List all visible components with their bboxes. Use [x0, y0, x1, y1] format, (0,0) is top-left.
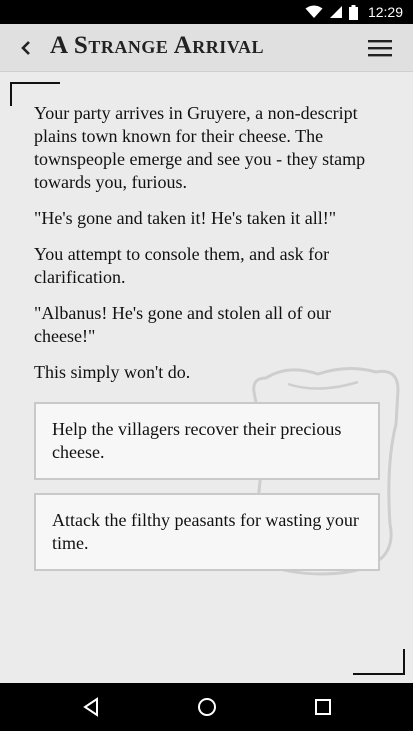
story-paragraph: Your party arrives in Gruyere, a non-des… [34, 103, 366, 192]
wifi-icon [305, 5, 323, 18]
nav-home-button[interactable] [195, 695, 219, 719]
back-button[interactable] [14, 36, 38, 60]
hamburger-menu-icon [368, 40, 392, 57]
status-bar: 12:29 [0, 0, 413, 24]
battery-icon [348, 4, 358, 20]
page-title: A Strange Arrival [50, 32, 264, 59]
story-paragraph: You attempt to console them, and ask for… [34, 244, 330, 287]
recents-square-icon [315, 699, 331, 715]
nav-recents-button[interactable] [311, 695, 335, 719]
signal-icon [329, 6, 342, 18]
story-paragraph: This simply won't do. [34, 362, 191, 382]
story-text: Your party arrives in Gruyere, a non-des… [34, 102, 384, 397]
status-time: 12:29 [367, 4, 403, 20]
menu-button[interactable] [367, 36, 393, 60]
chevron-left-icon [21, 41, 30, 55]
story-paragraph: "He's gone and taken it! He's taken it a… [34, 208, 337, 228]
choice-help-villagers-button[interactable]: Help the villagers recover their preciou… [34, 402, 380, 480]
nav-back-button[interactable] [79, 695, 103, 719]
story-paragraph: "Albanus! He's gone and stolen all of ou… [34, 303, 332, 346]
story-content[interactable]: Your party arrives in Gruyere, a non-des… [0, 72, 413, 683]
choice-attack-peasants-button[interactable]: Attack the filthy peasants for wasting y… [34, 493, 380, 571]
home-circle-icon [198, 698, 216, 716]
back-triangle-icon [83, 697, 98, 717]
status-icons: 12:29 [305, 4, 403, 20]
corner-decoration-bottom-right [353, 649, 405, 675]
system-nav-bar [0, 683, 413, 731]
app-bar: A Strange Arrival [0, 24, 413, 72]
